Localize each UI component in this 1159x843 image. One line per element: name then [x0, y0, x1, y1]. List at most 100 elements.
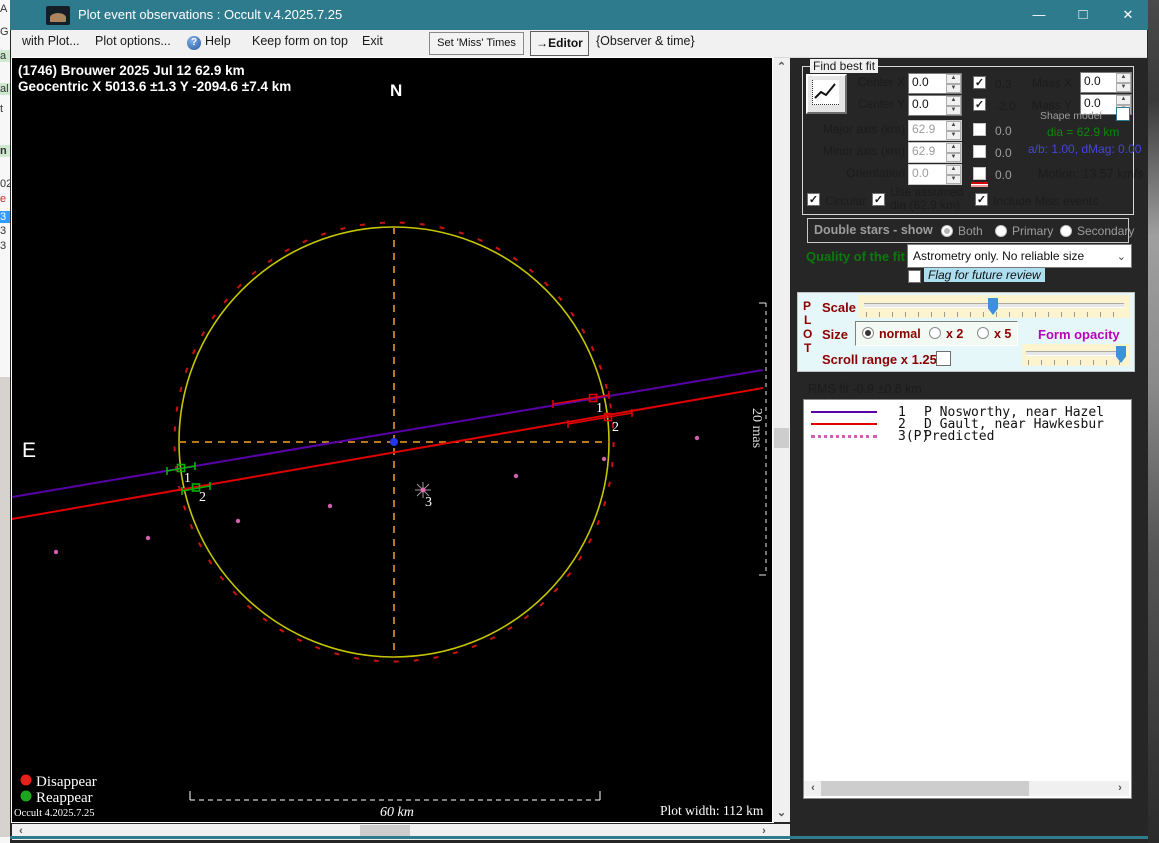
size-x5-label: x 5	[994, 327, 1012, 341]
maximize-button[interactable]: □	[1061, 0, 1105, 30]
scroll-down-icon[interactable]: ⌄	[773, 806, 790, 821]
up-arrow-icon[interactable]: ▲	[1116, 73, 1131, 83]
scale-slider[interactable]	[858, 295, 1130, 318]
center-y-arrows[interactable]: ▲ ▼	[946, 96, 961, 115]
list-hscroll-thumb[interactable]	[821, 781, 1029, 796]
menu-plot-options[interactable]: Plot options...	[95, 34, 171, 48]
opacity-slider[interactable]	[1022, 344, 1130, 366]
menu-help[interactable]: Help	[205, 34, 231, 48]
flag-review-label: Flag for future review	[924, 268, 1045, 282]
double-both-radio	[941, 225, 953, 237]
set-miss-times-button[interactable]: Set 'Miss' Times	[429, 32, 524, 55]
quality-dropdown[interactable]: Astrometry only. No reliable size ⌄	[907, 244, 1132, 268]
minor-axis-arrows: ▲ ▼	[946, 143, 961, 162]
disappear-label-2: 2	[612, 420, 619, 435]
disappear-legend-dot	[20, 774, 32, 786]
scroll-right-icon[interactable]: ›	[1113, 781, 1127, 795]
strip-fragment: 02	[0, 178, 10, 190]
plot-letter-o: O	[803, 327, 813, 341]
up-arrow-icon[interactable]: ▲	[946, 74, 961, 84]
disappear-label-1: 1	[596, 401, 603, 416]
strip-fragment: 3	[0, 225, 7, 237]
up-arrow-icon: ▲	[946, 143, 961, 153]
mass-x-value[interactable]: 0.0	[1081, 73, 1116, 92]
reappear-label-1: 1	[184, 471, 191, 486]
menu-keep-on-top[interactable]: Keep form on top	[252, 34, 348, 48]
background-window-sliver: A G a al t n 02 e 3 3 3	[0, 0, 10, 843]
motion-text: Motion: 13.57 km/s	[1038, 167, 1144, 181]
size-normal-radio[interactable]	[862, 327, 874, 339]
opacity-slider-groove	[1026, 351, 1126, 356]
size-normal-label: normal	[879, 327, 921, 341]
window-title: Plot event observations : Occult v.4.202…	[78, 7, 343, 22]
use-assumed-label: Use assumed dia (62.9 km)	[890, 186, 963, 212]
down-arrow-icon: ▼	[946, 130, 961, 140]
down-arrow-icon: ▼	[946, 174, 961, 184]
major-axis-spinner: 62.9 ▲ ▼	[908, 120, 962, 141]
observer-3-line-swatch	[811, 435, 877, 438]
center-y-spinner[interactable]: 0.0 ▲ ▼	[908, 95, 962, 116]
down-arrow-icon: ▼	[946, 152, 961, 162]
observer-list-hscrollbar[interactable]: ‹ ›	[804, 781, 1129, 796]
fit-orientation-checkbox	[973, 167, 986, 180]
size-x2-label: x 2	[946, 327, 964, 341]
mass-x-spinner[interactable]: 0.0 ▲ ▼	[1080, 72, 1132, 93]
strip-fragment: A	[0, 3, 8, 15]
plot-vscrollbar[interactable]: ⌃ ⌄	[773, 58, 790, 822]
scroll-range-checkbox[interactable]	[936, 351, 951, 366]
up-arrow-icon[interactable]: ▲	[1116, 95, 1131, 105]
use-assumed-line2: dia (62.9 km)	[890, 198, 961, 212]
help-icon[interactable]: ?	[187, 36, 201, 50]
strip-fragment: 3	[0, 240, 7, 252]
strip-fragment: t	[0, 103, 4, 115]
rms-fit-label: RMS fit -0.9 ±0.8 km	[808, 382, 922, 396]
down-arrow-icon[interactable]: ▼	[946, 83, 961, 93]
fit-x-checkbox[interactable]	[973, 76, 986, 89]
mass-x-arrows[interactable]: ▲ ▼	[1116, 73, 1131, 92]
flag-review-checkbox[interactable]	[908, 270, 921, 283]
scroll-left-icon[interactable]: ‹	[806, 781, 820, 795]
center-x-value[interactable]: 0.0	[909, 74, 946, 93]
menu-exit[interactable]: Exit	[362, 34, 383, 48]
menu-with-plot[interactable]: with Plot...	[22, 34, 80, 48]
scroll-up-icon[interactable]: ⌃	[773, 60, 790, 75]
quality-value: Astrometry only. No reliable size	[913, 249, 1085, 263]
reappear-label-2: 2	[199, 490, 206, 505]
orientation-arrows: ▲ ▼	[946, 165, 961, 184]
window-bottom-border	[10, 836, 1148, 839]
up-arrow-icon: ▲	[946, 121, 961, 131]
size-x2-radio[interactable]	[929, 327, 941, 339]
predicted-label: 3	[425, 495, 432, 510]
minimize-button[interactable]: —	[1017, 0, 1061, 30]
size-label: Size	[822, 327, 849, 342]
center-x-spinner[interactable]: 0.0 ▲ ▼	[908, 73, 962, 94]
center-x-arrows[interactable]: ▲ ▼	[946, 74, 961, 93]
center-dot	[390, 438, 398, 446]
include-miss-label: Include Miss events	[993, 194, 1099, 208]
use-assumed-checkbox[interactable]	[872, 193, 885, 206]
fit-major-checkbox	[973, 123, 986, 136]
occultation-plot[interactable]: 1 2 1 2 3 (1746) Brouwer 2025 Jul 12 62.…	[12, 58, 772, 822]
plot-letter-l: L	[804, 313, 812, 327]
include-miss-checkbox[interactable]	[975, 193, 988, 206]
shape-model-checkbox[interactable]	[1116, 107, 1130, 121]
down-arrow-icon[interactable]: ▼	[1116, 82, 1131, 92]
fit-y-checkbox[interactable]	[973, 98, 986, 111]
observer-list[interactable]: 1 P Nosworthy, near Hazel 2 D Gault, nea…	[803, 399, 1132, 799]
orientation-label: Orientation	[846, 166, 905, 180]
mas-bracket-label: 20 mas	[749, 408, 764, 448]
up-arrow-icon[interactable]: ▲	[946, 96, 961, 106]
close-button[interactable]: ✕	[1106, 0, 1150, 30]
major-axis-value: 62.9	[912, 122, 936, 136]
editor-button[interactable]: →Editor	[530, 31, 589, 56]
size-x5-radio[interactable]	[977, 327, 989, 339]
minor-axis-label: Minor axis (km)	[822, 144, 905, 158]
observer-time-label[interactable]: {Observer & time}	[596, 34, 695, 48]
ab-dmag-text: a/b: 1.00, dMag: 0.00	[1028, 142, 1142, 156]
circular-checkbox[interactable]	[807, 193, 820, 206]
vscroll-thumb[interactable]	[774, 428, 789, 448]
find-best-fit-title: Find best fit	[810, 59, 879, 73]
down-arrow-icon[interactable]: ▼	[946, 105, 961, 115]
double-primary-radio	[995, 225, 1007, 237]
center-y-value[interactable]: 0.0	[909, 96, 946, 115]
